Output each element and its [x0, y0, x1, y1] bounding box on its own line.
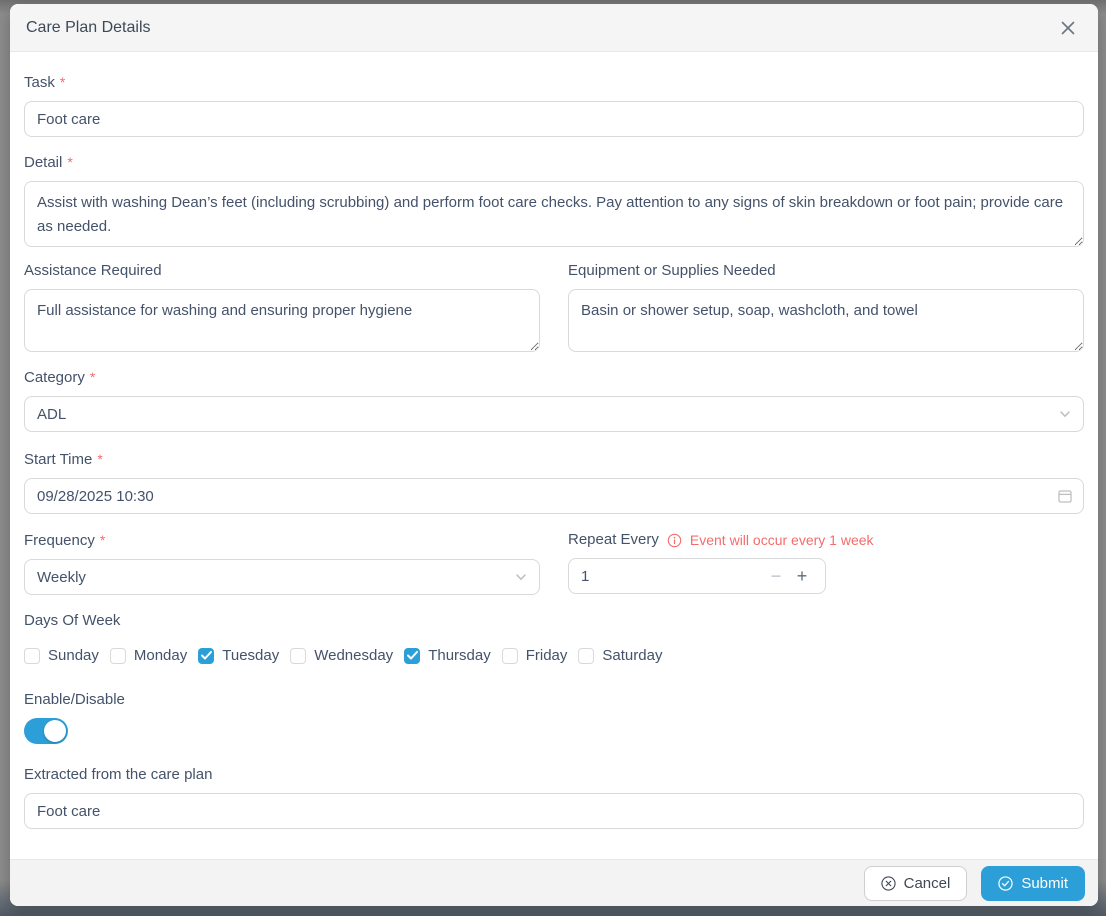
assistance-textarea[interactable]: Full assistance for washing and ensuring…: [24, 289, 540, 352]
task-label: Task *: [24, 74, 66, 91]
close-circle-icon: [880, 875, 896, 891]
detail-label: Detail *: [24, 154, 73, 171]
modal-header: Care Plan Details: [10, 4, 1098, 52]
increment-button[interactable]: +: [791, 559, 813, 593]
repeat-every-input[interactable]: [569, 559, 739, 593]
check-icon: [406, 651, 418, 660]
days-of-week-group: Sunday Monday Tuesday Wednesday Thursday…: [24, 647, 1084, 664]
required-asterisk: *: [89, 369, 96, 385]
checkbox: [198, 647, 215, 664]
repeat-warning-text: Event will occur every 1 week: [689, 532, 874, 548]
check-circle-icon: [998, 875, 1013, 891]
decrement-button[interactable]: −: [765, 559, 787, 593]
category-value: ADL: [37, 405, 67, 423]
checkbox: [290, 647, 307, 664]
day-checkbox-wednesday[interactable]: Wednesday: [290, 647, 393, 664]
info-circle-icon: [667, 533, 682, 548]
equipment-label: Equipment or Supplies Needed: [568, 262, 776, 279]
check-icon: [200, 651, 212, 660]
category-label: Category *: [24, 369, 96, 386]
checkbox: [578, 647, 595, 664]
detail-textarea[interactable]: Assist with washing Dean’s feet (includi…: [24, 181, 1084, 247]
modal-footer: Cancel Submit: [10, 859, 1098, 906]
assistance-label: Assistance Required: [24, 262, 162, 279]
task-input[interactable]: [24, 101, 1084, 137]
care-plan-details-modal: Care Plan Details Task * Detail * Assist…: [10, 4, 1098, 906]
frequency-value: Weekly: [37, 568, 86, 586]
start-time-input[interactable]: [24, 478, 1084, 514]
day-checkbox-sunday[interactable]: Sunday: [24, 647, 99, 664]
start-time-field: [24, 478, 1084, 514]
repeat-every-label: Repeat Every: [568, 531, 659, 548]
frequency-select[interactable]: Weekly: [24, 559, 540, 595]
start-time-label: Start Time *: [24, 451, 103, 468]
cancel-button[interactable]: Cancel: [863, 865, 968, 901]
day-checkbox-saturday[interactable]: Saturday: [578, 647, 662, 664]
enable-toggle[interactable]: [24, 718, 68, 744]
required-asterisk: *: [99, 532, 106, 548]
close-icon: [1060, 20, 1076, 36]
equipment-textarea[interactable]: Basin or shower setup, soap, washcloth, …: [568, 289, 1084, 352]
extracted-label: Extracted from the care plan: [24, 766, 213, 783]
required-asterisk: *: [59, 74, 66, 90]
chevron-down-icon: [514, 570, 528, 584]
close-button[interactable]: [1054, 14, 1082, 42]
checkbox: [109, 647, 126, 664]
submit-button[interactable]: Submit: [981, 865, 1085, 901]
frequency-label: Frequency *: [24, 532, 106, 549]
enable-disable-label: Enable/Disable: [24, 691, 125, 708]
category-select[interactable]: ADL: [24, 396, 1084, 432]
repeat-every-stepper: − +: [568, 558, 826, 594]
checkbox: [24, 647, 40, 664]
checkbox: [501, 647, 518, 664]
day-checkbox-tuesday[interactable]: Tuesday: [198, 647, 279, 664]
days-of-week-label: Days Of Week: [24, 612, 121, 629]
day-checkbox-monday[interactable]: Monday: [109, 647, 187, 664]
checkbox: [404, 647, 421, 664]
day-checkbox-friday[interactable]: Friday: [501, 647, 567, 664]
modal-body: Task * Detail * Assist with washing Dean…: [10, 52, 1098, 859]
calendar-icon: [1057, 488, 1073, 504]
required-asterisk: *: [67, 154, 73, 170]
chevron-down-icon: [1058, 407, 1072, 421]
day-checkbox-thursday[interactable]: Thursday: [404, 647, 491, 664]
extracted-input[interactable]: [24, 793, 1084, 829]
modal-title: Care Plan Details: [26, 18, 151, 36]
toggle-knob: [44, 720, 66, 742]
required-asterisk: *: [97, 451, 103, 467]
